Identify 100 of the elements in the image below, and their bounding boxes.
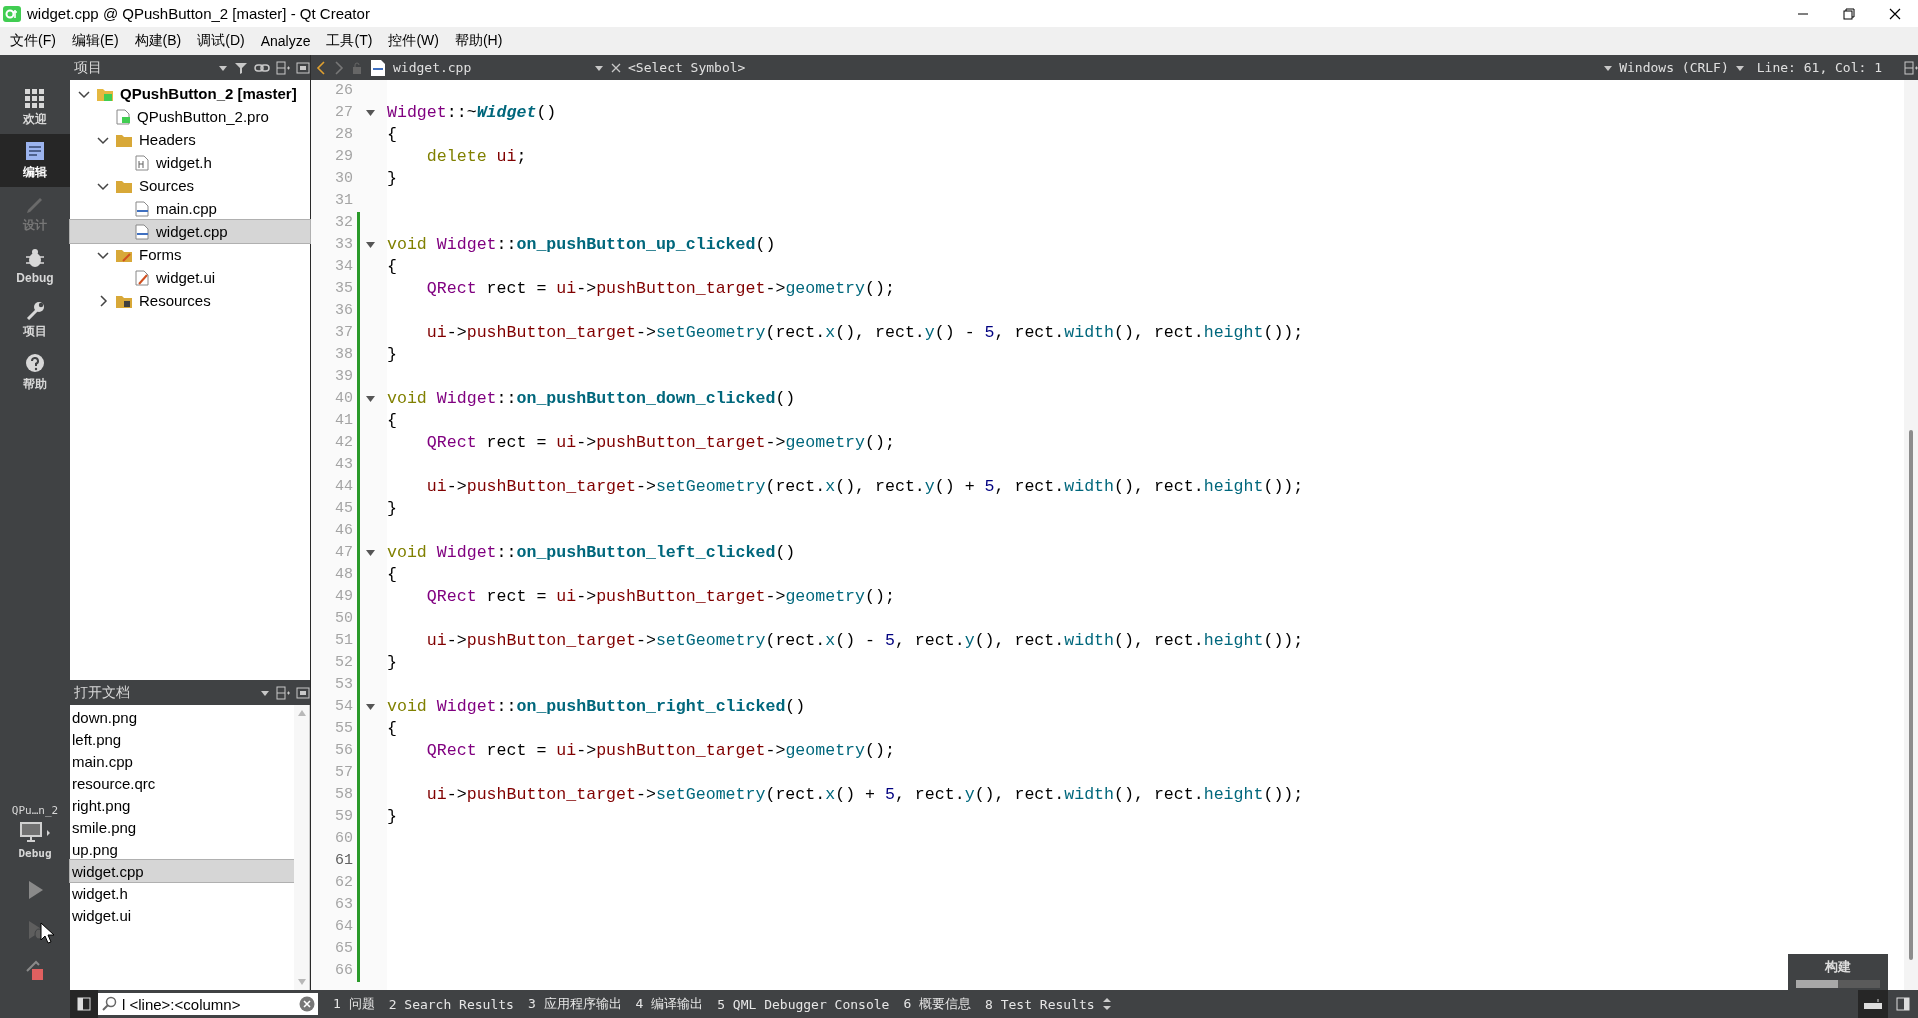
split-icon[interactable]: [1904, 60, 1918, 75]
tree-item[interactable]: Resources: [70, 289, 310, 312]
line-number: 53: [334, 675, 354, 695]
line-number: 54: [334, 697, 354, 717]
line-number: 52: [334, 653, 354, 673]
close-panel-icon[interactable]: [296, 61, 310, 74]
line-number: 36: [334, 301, 354, 321]
line-number: 66: [334, 961, 354, 981]
output-pane-tab[interactable]: 6 概要信息: [896, 990, 979, 1018]
line-number: 50: [334, 609, 354, 629]
expand-arrows-icon[interactable]: [1101, 997, 1112, 1011]
tree-item[interactable]: widget.cpp: [70, 220, 310, 243]
code-line: }: [387, 652, 398, 674]
line-number: 49: [334, 587, 354, 607]
sidebar-toggle-button[interactable]: [70, 990, 98, 1018]
kit-build-label: Debug: [18, 847, 52, 860]
line-number: 60: [334, 829, 354, 849]
line-number: 35: [334, 279, 354, 299]
close-panel-icon[interactable]: [296, 686, 310, 699]
line-ending-selector[interactable]: Windows (CRLF): [1603, 60, 1745, 75]
mode-button[interactable]: 项目: [0, 293, 70, 346]
close-file-icon[interactable]: [610, 61, 622, 74]
menu-item[interactable]: 调试(D): [189, 32, 253, 50]
fold-icon[interactable]: [366, 396, 375, 402]
menu-item[interactable]: 文件(F): [2, 32, 64, 50]
back-icon[interactable]: [315, 60, 327, 75]
document-item[interactable]: left.png: [70, 728, 294, 750]
split-icon[interactable]: [276, 685, 290, 700]
tree-item[interactable]: main.cpp: [70, 197, 310, 220]
menu-item[interactable]: 控件(W): [380, 32, 447, 50]
search-icon: [102, 996, 118, 1012]
scrollbar-thumb[interactable]: [1909, 430, 1913, 960]
bug-icon: [24, 248, 46, 268]
locator-field[interactable]: l <line>:<column>: [98, 993, 318, 1015]
line-number: 40: [334, 389, 354, 409]
document-item[interactable]: widget.cpp: [70, 860, 294, 882]
document-item[interactable]: down.png: [70, 706, 294, 728]
document-item[interactable]: main.cpp: [70, 750, 294, 772]
document-item[interactable]: right.png: [70, 794, 294, 816]
dropdown-caret-icon[interactable]: [218, 63, 228, 72]
progress-toggle-button[interactable]: [1858, 990, 1888, 1018]
dropdown-caret-icon[interactable]: [260, 688, 270, 697]
code-line: {: [387, 124, 398, 146]
fold-icon[interactable]: [366, 110, 375, 116]
mode-button[interactable]: 帮助: [0, 346, 70, 399]
code-line: ui->pushButton_target->setGeometry(rect.x(), rect.y() + 5, rect.width(), rect.height());: [425, 476, 1305, 498]
tree-item[interactable]: QPushButton_2 [master]: [70, 82, 310, 105]
code-line: QRect rect = ui->pushButton_target->geometry();: [425, 586, 896, 608]
file-icon: [115, 108, 131, 125]
mode-button[interactable]: 欢迎: [0, 81, 70, 134]
menu-item[interactable]: 构建(B): [126, 32, 190, 50]
menu-item[interactable]: Analyze: [252, 33, 319, 49]
tree-item[interactable]: widget.ui: [70, 266, 310, 289]
output-pane-tab[interactable]: 8 Test Results: [978, 990, 1102, 1018]
line-number: 31: [334, 191, 354, 211]
split-icon[interactable]: [276, 60, 290, 75]
document-item[interactable]: widget.ui: [70, 904, 294, 926]
output-pane-tab[interactable]: 4 编译输出: [628, 990, 711, 1018]
hammer-icon: [24, 959, 46, 981]
code-line: void Widget::on_pushButton_up_clicked(): [387, 234, 777, 256]
code-line: {: [387, 410, 398, 432]
output-pane-tab[interactable]: 5 QML Debugger Console: [710, 990, 897, 1018]
clear-icon[interactable]: [299, 996, 315, 1012]
line-number: 63: [334, 895, 354, 915]
tree-item[interactable]: Sources: [70, 174, 310, 197]
panel-title[interactable]: 打开文档: [74, 683, 254, 702]
menu-item[interactable]: 帮助(H): [446, 32, 511, 50]
mode-button[interactable]: Debug: [0, 240, 70, 293]
document-item[interactable]: smile.png: [70, 816, 294, 838]
progress-icon: [1863, 998, 1883, 1010]
tree-item[interactable]: Forms: [70, 243, 310, 266]
output-pane-tab[interactable]: 2 Search Results: [381, 990, 521, 1018]
tree-item[interactable]: Headers: [70, 128, 310, 151]
output-pane-tab[interactable]: 1 问题: [326, 990, 382, 1018]
panel-title[interactable]: 项目: [74, 58, 212, 77]
code-line: }: [387, 806, 398, 828]
line-number: 29: [334, 147, 354, 167]
symbol-selector[interactable]: <Select Symbol>: [628, 60, 1598, 75]
line-number: 44: [334, 477, 354, 497]
document-item[interactable]: widget.h: [70, 882, 294, 904]
output-pane-tab[interactable]: 3 应用程序输出: [520, 990, 629, 1018]
code-line: ui->pushButton_target->setGeometry(rect.x() + 5, rect.y(), rect.width(), rect.height());: [425, 784, 1305, 806]
link-icon[interactable]: [254, 61, 270, 74]
menu-item[interactable]: 工具(T): [318, 32, 381, 50]
document-item[interactable]: resource.qrc: [70, 772, 294, 794]
code-line: QRect rect = ui->pushButton_target->geometry();: [425, 740, 896, 762]
fold-icon[interactable]: [366, 550, 375, 556]
kit-selector[interactable]: QPu…n_2 Debug: [0, 804, 70, 870]
kit-name: QPu…n_2: [11, 804, 59, 817]
cursor-position[interactable]: Line: 61, Col: 1: [1756, 60, 1882, 75]
file-selector[interactable]: widget.cpp: [369, 58, 604, 77]
restore-icon: [1843, 7, 1855, 20]
mode-button[interactable]: 编辑: [0, 134, 70, 187]
fold-icon[interactable]: [366, 242, 375, 248]
document-item[interactable]: up.png: [70, 838, 294, 860]
menu-item[interactable]: 编辑(E): [63, 32, 127, 50]
tree-item[interactable]: QPushButton_2.pro: [70, 105, 310, 128]
fold-icon[interactable]: [366, 704, 375, 710]
filter-icon[interactable]: [234, 60, 248, 75]
tree-item[interactable]: widget.h: [70, 151, 310, 174]
